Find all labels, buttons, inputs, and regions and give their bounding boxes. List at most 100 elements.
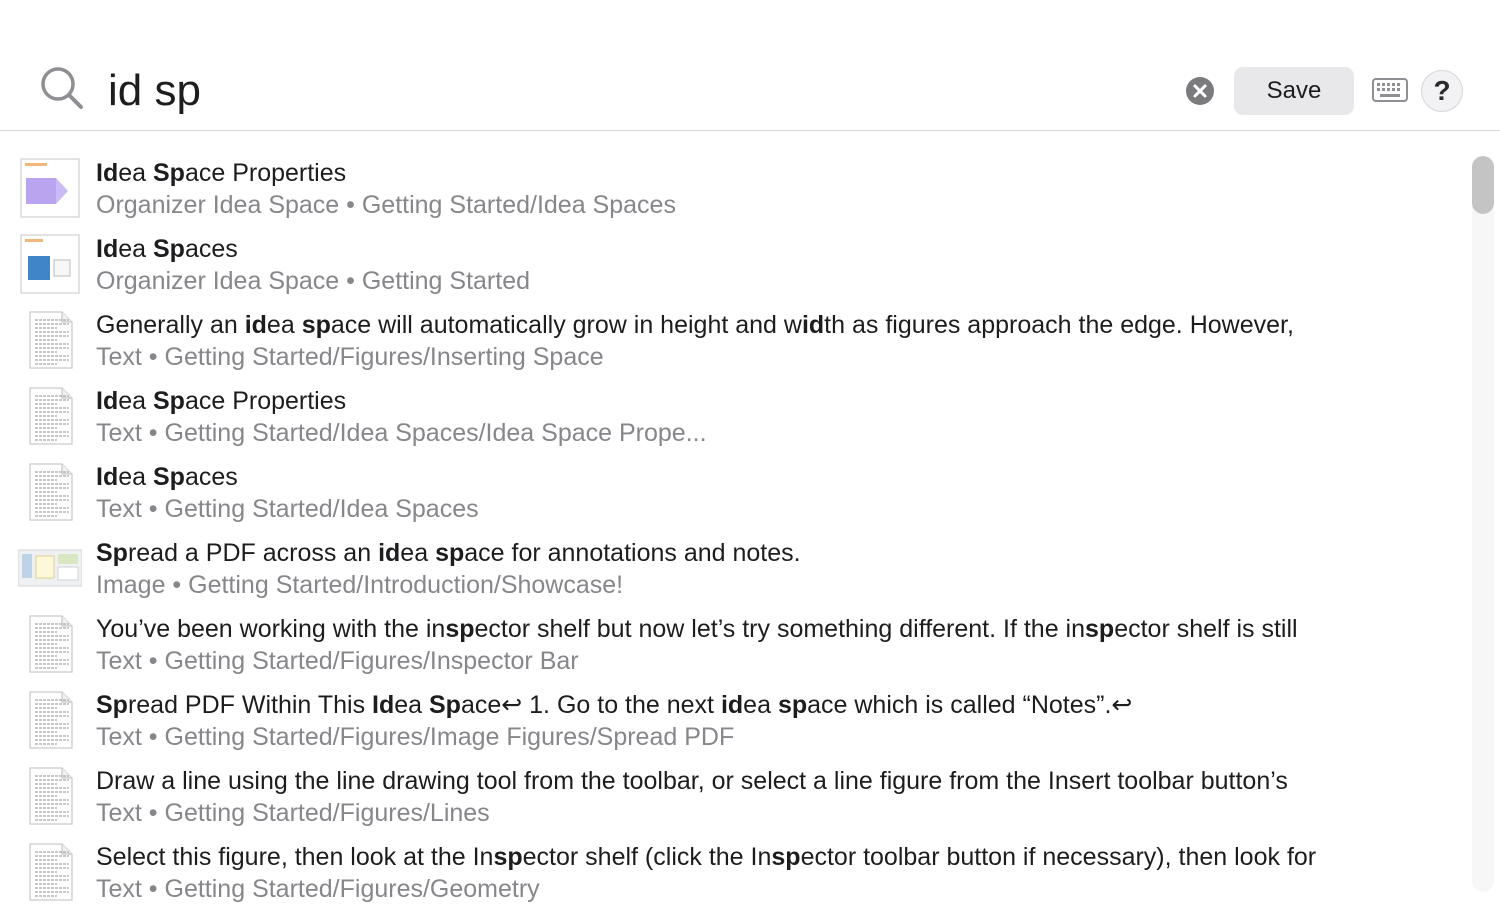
- match-highlight: sp: [777, 691, 808, 719]
- search-bar: Save ?: [0, 0, 1500, 131]
- title-text: You’ve been working with the in: [96, 615, 446, 643]
- result-subtitle: Text • Getting Started/Figures/Inspector…: [96, 646, 1456, 676]
- result-row[interactable]: Generally an idea space will automatical…: [0, 302, 1466, 378]
- separator-dot: •: [339, 267, 362, 295]
- match-highlight: Id: [96, 463, 119, 491]
- result-path: Getting Started/Figures/Image Figures/Sp…: [164, 723, 735, 751]
- image-thumbnail-icon: [18, 549, 82, 587]
- title-text: Draw a line using the line drawing tool …: [96, 767, 1288, 795]
- text-document-icon: [29, 691, 73, 749]
- result-row[interactable]: Idea Spaces Organizer Idea Space • Gettin…: [0, 226, 1466, 302]
- match-highlight: sp: [771, 843, 801, 871]
- title-text: ea: [118, 463, 153, 491]
- result-title: Idea Space Properties: [96, 386, 1456, 416]
- result-path: Getting Started: [361, 267, 531, 295]
- title-text: ector shelf is still: [1114, 615, 1298, 643]
- title-text: ea: [118, 235, 153, 263]
- title-text: ea: [400, 539, 436, 567]
- result-kind: Text: [96, 723, 142, 751]
- title-text: ace will automatically grow in height an…: [330, 311, 802, 339]
- title-text: read PDF Within This: [127, 691, 373, 719]
- search-input[interactable]: [104, 60, 1172, 122]
- result-title: Generally an idea space will automatical…: [96, 310, 1456, 340]
- result-subtitle: Text • Getting Started/Figures/Inserting…: [96, 342, 1456, 372]
- result-subtitle: Text • Getting Started/Figures/Image Fig…: [96, 722, 1456, 752]
- match-highlight: sp: [435, 539, 465, 567]
- result-title: You’ve been working with the inspector s…: [96, 614, 1456, 644]
- result-subtitle: Organizer Idea Space • Getting Started: [96, 266, 1456, 296]
- save-button[interactable]: Save: [1234, 67, 1354, 115]
- title-text: ace Properties: [184, 159, 347, 187]
- result-kind: Text: [96, 875, 142, 903]
- match-highlight: sp: [493, 843, 523, 871]
- title-text: ace↩ 1. Go to the next: [460, 691, 721, 719]
- result-path: Getting Started/Figures/Geometry: [164, 875, 540, 903]
- separator-dot: •: [141, 799, 165, 827]
- search-icon: [41, 67, 83, 109]
- match-highlight: Sp: [152, 159, 185, 187]
- result-row[interactable]: Idea Space Properties Organizer Idea Spac…: [0, 150, 1466, 226]
- match-highlight: Sp: [152, 387, 185, 415]
- match-highlight: id: [378, 539, 401, 567]
- result-title: Spread PDF Within This Idea Space↩ 1. Go…: [96, 690, 1456, 720]
- text-document-icon: [29, 843, 73, 901]
- result-row[interactable]: Spread a PDF across an idea space for an…: [0, 530, 1466, 606]
- result-path: Getting Started/Figures/Inserting Space: [164, 343, 604, 371]
- keyboard-icon[interactable]: [1372, 76, 1408, 104]
- title-text: ector shelf but now let’s try something …: [474, 615, 1086, 643]
- result-path: Getting Started/Figures/Inspector Bar: [164, 647, 579, 675]
- title-text: th as figures approach the edge. However…: [824, 311, 1294, 339]
- title-text: ector shelf (click the In: [522, 843, 772, 871]
- result-row[interactable]: Idea Space Properties Text • Getting Star…: [0, 378, 1466, 454]
- result-row[interactable]: Idea Spaces Text • Getting Started/Idea S…: [0, 454, 1466, 530]
- result-kind: Text: [96, 495, 142, 523]
- match-highlight: Sp: [96, 539, 128, 567]
- result-kind: Organizer Idea Space: [96, 267, 340, 295]
- separator-dot: •: [141, 343, 165, 371]
- result-path: Getting Started/Figures/Lines: [164, 799, 490, 827]
- result-title: Idea Space Properties: [96, 158, 1456, 188]
- match-highlight: id: [720, 691, 744, 719]
- help-button[interactable]: ?: [1421, 70, 1463, 112]
- separator-dot: •: [141, 723, 165, 751]
- scrollbar-track[interactable]: [1472, 156, 1494, 892]
- title-text: ector toolbar button if necessary), then…: [800, 843, 1317, 871]
- result-row[interactable]: Select this figure, then look at the Ins…: [0, 834, 1466, 910]
- separator-dot: •: [141, 647, 165, 675]
- result-path: Getting Started/Introduction/Showcase!: [188, 571, 624, 599]
- result-row[interactable]: Draw a line using the line drawing tool …: [0, 758, 1466, 834]
- result-path: Getting Started/Idea Spaces: [361, 191, 676, 219]
- text-document-icon: [29, 311, 73, 369]
- result-subtitle: Text • Getting Started/Figures/Geometry: [96, 874, 1456, 904]
- idea-space-thumbnail-icon: [20, 234, 80, 294]
- result-row[interactable]: Spread PDF Within This Idea Space↩ 1. Go…: [0, 682, 1466, 758]
- match-highlight: id: [244, 311, 267, 339]
- match-highlight: Id: [372, 691, 395, 719]
- result-row[interactable]: You’ve been working with the inspector s…: [0, 606, 1466, 682]
- result-kind: Text: [96, 647, 142, 675]
- match-highlight: id: [801, 311, 825, 339]
- title-text: Generally an: [96, 311, 245, 339]
- clear-search-button[interactable]: [1186, 77, 1214, 105]
- title-text: Select this figure, then look at the In: [96, 843, 494, 871]
- result-kind: Image: [96, 571, 166, 599]
- results-list: Idea Space Properties Organizer Idea Spac…: [0, 150, 1470, 922]
- text-document-icon: [29, 387, 73, 445]
- separator-dot: •: [141, 419, 165, 447]
- result-subtitle: Organizer Idea Space • Getting Started/I…: [96, 190, 1456, 220]
- separator-dot: •: [141, 495, 165, 523]
- title-text: ea: [266, 311, 302, 339]
- result-kind: Text: [96, 419, 142, 447]
- idea-space-thumbnail-icon: [20, 158, 80, 218]
- match-highlight: sp: [301, 311, 331, 339]
- result-path: Getting Started/Idea Spaces: [164, 495, 479, 523]
- result-title: Draw a line using the line drawing tool …: [96, 766, 1456, 796]
- title-text: read a PDF across an: [127, 539, 379, 567]
- title-text: ea: [743, 691, 778, 719]
- title-text: aces: [184, 235, 238, 263]
- result-kind: Organizer Idea Space: [96, 191, 340, 219]
- result-subtitle: Text • Getting Started/Idea Spaces: [96, 494, 1456, 524]
- match-highlight: Sp: [96, 691, 128, 719]
- scrollbar-thumb[interactable]: [1472, 156, 1494, 214]
- result-title: Spread a PDF across an idea space for an…: [96, 538, 1456, 568]
